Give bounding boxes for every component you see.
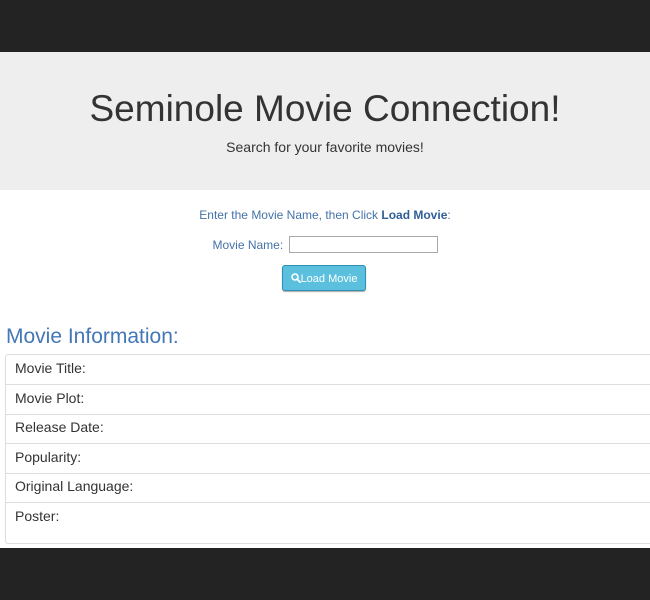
- movie-plot-row: Movie Plot:: [6, 385, 650, 415]
- popularity-label: Popularity:: [15, 449, 82, 465]
- movie-name-input[interactable]: [288, 236, 438, 254]
- instruction-suffix: :: [447, 208, 451, 222]
- load-movie-button[interactable]: Load Movie: [282, 265, 366, 291]
- page-content: Seminole Movie Connection! Search for yo…: [0, 52, 650, 548]
- original-language-label: Original Language:: [15, 478, 134, 494]
- instruction-prefix: Enter the Movie Name, then Click: [199, 208, 382, 222]
- movie-name-form-row: Movie Name:: [0, 235, 650, 254]
- search-instruction: Enter the Movie Name, then Click Load Mo…: [0, 207, 650, 223]
- search-icon: [290, 273, 301, 284]
- popularity-row: Popularity:: [6, 444, 650, 474]
- release-date-row: Release Date:: [6, 415, 650, 444]
- movie-title-label: Movie Title:: [15, 360, 86, 376]
- movie-information-heading: Movie Information:: [6, 325, 179, 348]
- movie-title-row: Movie Title:: [6, 355, 650, 385]
- movie-information-table: Movie Title: Movie Plot: Release Date: P…: [5, 354, 650, 544]
- page-title: Seminole Movie Connection!: [89, 88, 561, 129]
- poster-row: Poster:: [6, 503, 650, 544]
- poster-label: Poster:: [15, 508, 60, 524]
- movie-plot-label: Movie Plot:: [15, 390, 85, 406]
- page-subtitle: Search for your favorite movies!: [226, 139, 424, 155]
- top-dark-bar: [0, 0, 650, 52]
- release-date-label: Release Date:: [15, 419, 104, 435]
- jumbotron-header: Seminole Movie Connection! Search for yo…: [0, 52, 650, 190]
- instruction-bold: Load Movie: [381, 208, 448, 222]
- bottom-dark-bar: [0, 548, 650, 600]
- movie-name-label: Movie Name:: [212, 237, 284, 252]
- original-language-row: Original Language:: [6, 474, 650, 503]
- load-movie-button-label: Load Movie: [300, 273, 358, 285]
